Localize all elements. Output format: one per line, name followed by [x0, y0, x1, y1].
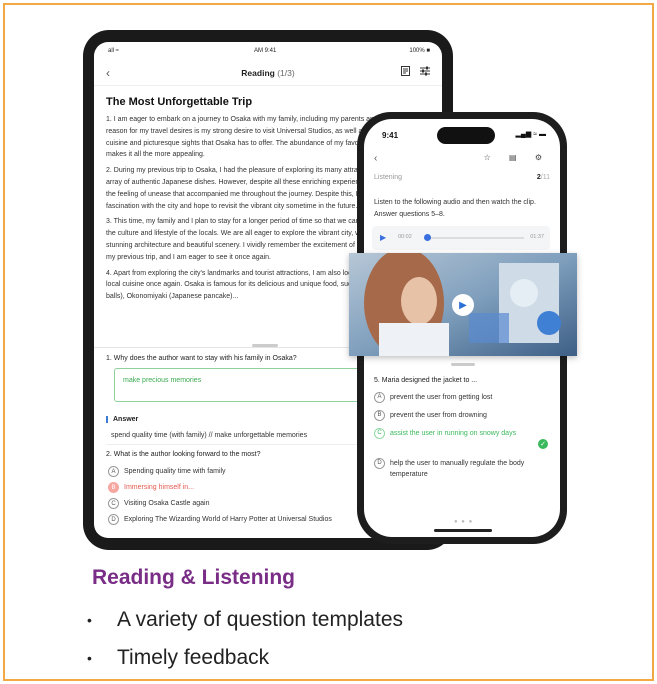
- option-letter: D: [374, 458, 385, 469]
- option-letter: D: [108, 514, 119, 525]
- audio-progress-track[interactable]: [424, 237, 524, 239]
- option-d[interactable]: D Exploring The Wizarding World of Harry…: [108, 514, 332, 525]
- answer-text: spend quality time (with family) // make…: [111, 432, 308, 439]
- option-letter: C: [108, 498, 119, 509]
- bullet-icon: •: [87, 650, 92, 666]
- option-text: assist the user in running on snowy days: [390, 430, 517, 437]
- question-1: 1. Why does the author want to stay with…: [106, 355, 297, 362]
- option-b[interactable]: B prevent the user from drowning: [374, 410, 552, 421]
- section-label: Listening: [374, 174, 403, 181]
- phone-toolbar-icons[interactable]: ☆ ▤ ⚙: [484, 153, 550, 162]
- tablet-status-bar: all ≈ AM 9:41 100% ■: [94, 42, 442, 60]
- feature-text: Timely feedback: [117, 646, 270, 669]
- option-c[interactable]: C Visiting Osaka Castle again: [108, 498, 209, 509]
- option-text: prevent the user from getting lost: [390, 394, 493, 401]
- tablet-nav-bar: ‹ Reading (1/3): [94, 60, 442, 86]
- feature-item: • Timely feedback: [87, 639, 403, 677]
- audio-current-time: 00:02: [398, 234, 412, 240]
- option-text: Visiting Osaka Castle again: [124, 500, 210, 507]
- page-total: /11: [540, 174, 550, 181]
- option-text: Immersing himself in...: [124, 484, 195, 491]
- option-text: Exploring The Wizarding World of Harry P…: [124, 516, 332, 523]
- tablet-time: AM 9:41: [254, 48, 277, 54]
- option-text: help the user to manually regulate the b…: [390, 460, 525, 478]
- passage-title: The Most Unforgettable Trip: [106, 96, 253, 108]
- audio-player: ▶ 00:02 01:37: [372, 226, 550, 250]
- option-letter: B: [374, 410, 385, 421]
- option-letter: A: [108, 466, 119, 477]
- drag-handle[interactable]: [252, 344, 278, 347]
- phone-status-icons: ▂▄▆ ≈ ▬: [515, 131, 546, 138]
- answer-input-value: make precious memories: [123, 377, 202, 384]
- home-indicator: [434, 529, 492, 532]
- option-letter: B: [108, 482, 119, 493]
- nav-page-indicator: (1/3): [277, 68, 295, 78]
- audio-total-time: 01:37: [530, 234, 544, 240]
- option-b[interactable]: B Immersing himself in...: [108, 482, 194, 493]
- back-icon[interactable]: ‹: [374, 153, 377, 164]
- nav-title-text: Reading: [241, 68, 275, 78]
- play-icon[interactable]: ▶: [380, 233, 386, 242]
- option-letter: C: [374, 428, 385, 439]
- option-letter: A: [374, 392, 385, 403]
- page-indicator: 2/11: [537, 174, 550, 181]
- option-d[interactable]: D help the user to manually regulate the…: [374, 458, 552, 480]
- answer-label: Answer: [106, 416, 138, 423]
- option-a[interactable]: A prevent the user from getting lost: [374, 392, 552, 403]
- option-c[interactable]: C assist the user in running on snowy da…: [374, 428, 534, 439]
- bullet-icon: •: [87, 612, 92, 628]
- option-text: Spending quality time with family: [124, 468, 226, 475]
- feature-list: • A variety of question templates • Timely…: [87, 601, 403, 677]
- correct-check-icon: ✓: [538, 439, 548, 449]
- feature-item: • A variety of question templates: [87, 601, 403, 639]
- tablet-battery: 100% ■: [409, 48, 430, 54]
- option-text: prevent the user from drowning: [390, 412, 487, 419]
- question-5: 5. Maria designed the jacket to ...: [374, 377, 478, 384]
- option-a[interactable]: A Spending quality time with family: [108, 466, 226, 477]
- feature-title: Reading & Listening: [92, 566, 296, 589]
- listening-instructions: Listen to the following audio and then w…: [374, 199, 536, 218]
- feature-text: A variety of question templates: [117, 608, 403, 631]
- video-play-icon[interactable]: ▶: [452, 294, 474, 316]
- phone-time: 9:41: [382, 131, 399, 140]
- pager-dots: ● ● ●: [454, 519, 474, 525]
- card-frame: all ≈ AM 9:41 100% ■ ‹ Reading (1/3) The…: [3, 3, 654, 681]
- drag-handle[interactable]: [451, 363, 475, 366]
- doc-icon[interactable]: [401, 66, 410, 78]
- tablet-nav-title: Reading (1/3): [94, 68, 442, 78]
- audio-progress-knob[interactable]: [424, 234, 431, 241]
- dynamic-island: [437, 127, 495, 144]
- tablet-signal: all ≈: [108, 48, 119, 54]
- question-2: 2. What is the author looking forward to…: [106, 451, 261, 458]
- settings-sliders-icon[interactable]: [420, 66, 430, 78]
